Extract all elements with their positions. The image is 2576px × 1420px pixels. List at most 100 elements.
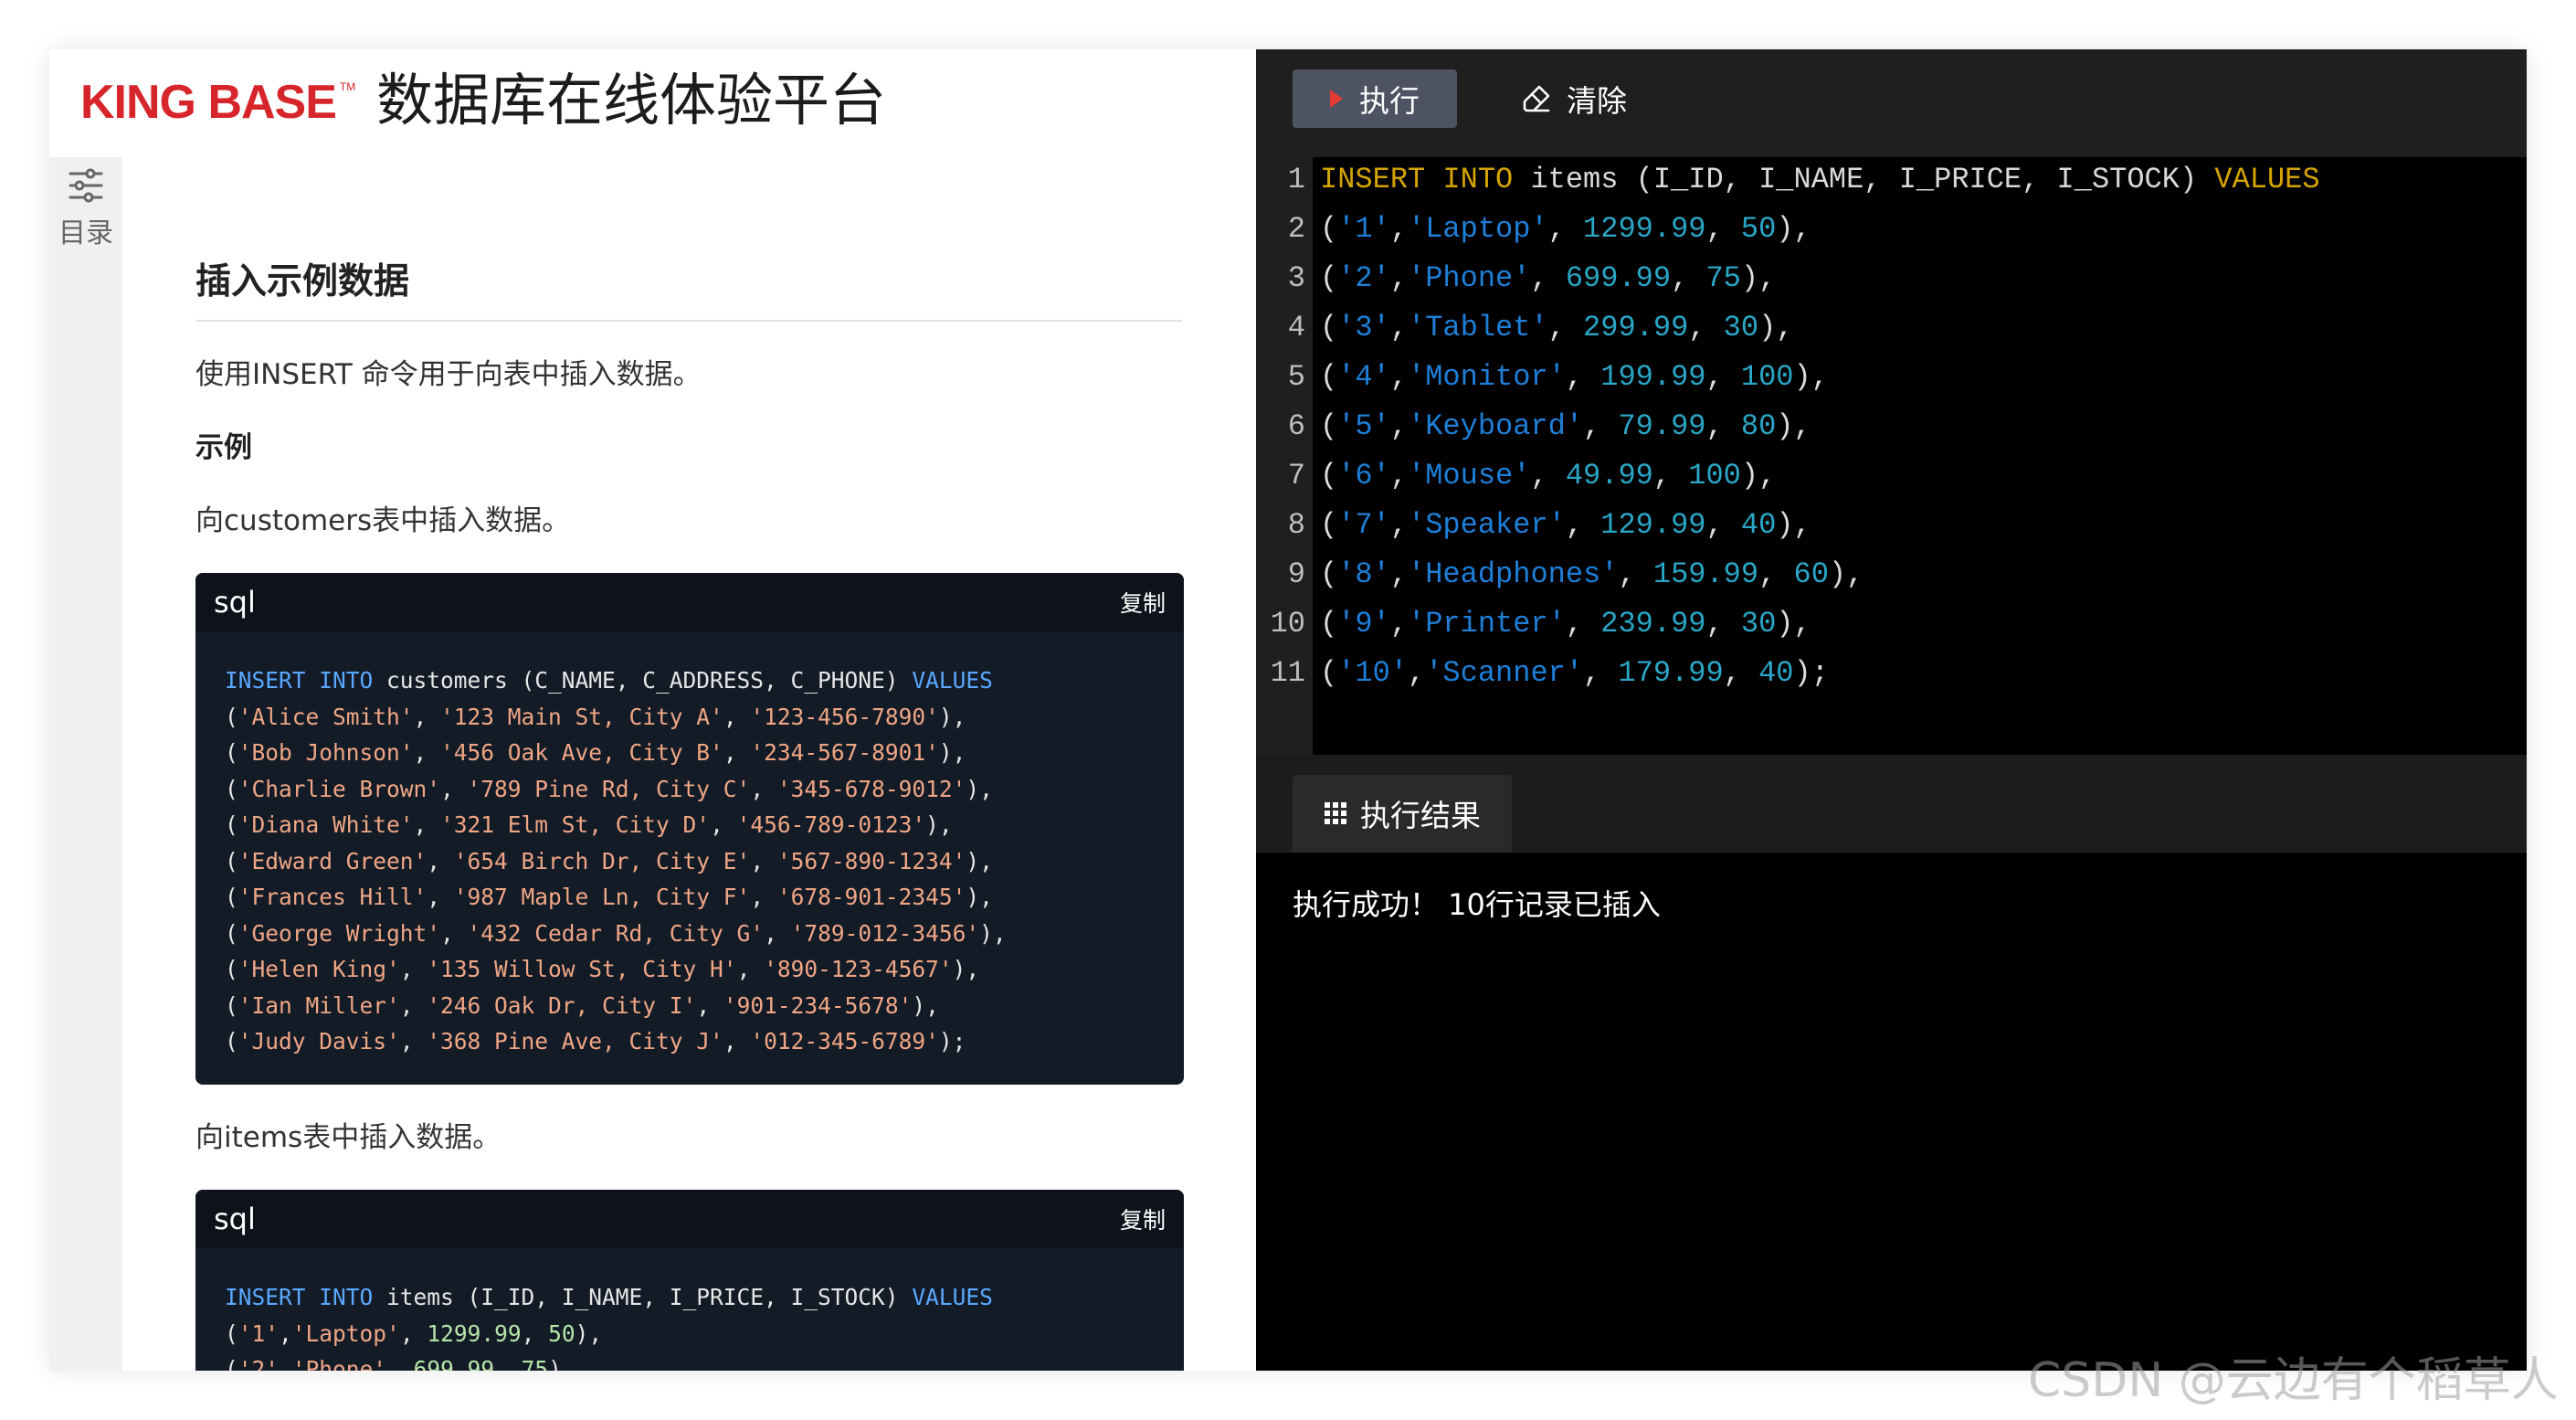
code-token: , bbox=[723, 739, 751, 766]
code-token: ( bbox=[225, 1319, 238, 1347]
sql-string: '456 Oak Ave, City B' bbox=[440, 739, 723, 766]
code-token: ), bbox=[1828, 557, 1864, 591]
code-token: ( bbox=[225, 1356, 238, 1371]
sql-number: 1299.99 bbox=[427, 1319, 522, 1347]
sql-string: 'Monitor' bbox=[1408, 360, 1566, 394]
sql-number: 199.99 bbox=[1600, 360, 1706, 394]
code-token: , bbox=[723, 1028, 751, 1054]
kingbase-logo[interactable]: KING BASE TM bbox=[80, 75, 355, 130]
code-token: , bbox=[1547, 311, 1584, 344]
code-line: ('George Wright', '432 Cedar Rd, City G'… bbox=[225, 916, 1155, 952]
sql-string: '135 Willow St, City H' bbox=[427, 956, 737, 982]
code-token: , bbox=[1723, 656, 1759, 690]
sliders-icon bbox=[69, 168, 103, 203]
editor-line: ('9','Printer', 239.99, 30), bbox=[1320, 599, 1811, 649]
code-token: ( bbox=[225, 884, 238, 910]
sql-number: 50 bbox=[1740, 212, 1777, 246]
sql-string: '368 Pine Ave, City J' bbox=[427, 1028, 723, 1054]
code-token: ), bbox=[938, 703, 966, 730]
code-token: , bbox=[1705, 607, 1741, 641]
copy-button[interactable]: 复制 bbox=[1120, 1203, 1166, 1235]
sql-string: '567-890-1234' bbox=[776, 847, 966, 874]
line-number: 6 bbox=[1287, 409, 1305, 443]
code-token: , bbox=[1583, 656, 1619, 690]
clear-button[interactable]: 清除 bbox=[1521, 69, 1627, 128]
code-line: ('Diana White', '321 Elm St, City D', '4… bbox=[225, 807, 1155, 843]
customers-code-block: sql 复制 INSERT INTO customers (C_NAME, C_… bbox=[195, 573, 1184, 1085]
sql-keyword: INTO bbox=[1442, 163, 1514, 196]
sql-keyword: INTO bbox=[319, 1284, 374, 1310]
code-token: , bbox=[1618, 557, 1653, 591]
editor-line: ('1','Laptop', 1299.99, 50), bbox=[1320, 205, 1811, 254]
tab-results[interactable]: 执行结果 bbox=[1293, 775, 1512, 852]
code-token: ( bbox=[225, 919, 238, 947]
sql-string: '7' bbox=[1337, 508, 1390, 542]
sql-number: 239.99 bbox=[1600, 607, 1706, 641]
code-token: , bbox=[399, 991, 428, 1019]
code-line: ('Bob Johnson', '456 Oak Ave, City B', '… bbox=[225, 735, 1155, 771]
toc-rail: 目录 bbox=[49, 157, 122, 1371]
code-token: , bbox=[1389, 557, 1409, 591]
code-language-label: sql bbox=[214, 585, 256, 620]
editor-line: ('3','Tablet', 299.99, 30), bbox=[1320, 303, 1793, 353]
sql-string: '4' bbox=[1337, 360, 1390, 394]
line-number: 7 bbox=[1287, 459, 1305, 493]
sql-string: '8' bbox=[1337, 557, 1390, 591]
customers-sql-code[interactable]: INSERT INTO customers (C_NAME, C_ADDRESS… bbox=[195, 631, 1184, 1078]
code-token: , bbox=[1705, 508, 1741, 542]
sql-string: '678-901-2345' bbox=[776, 884, 966, 910]
sql-string: 'Frances Hill' bbox=[238, 884, 428, 910]
sql-string: 'George Wright' bbox=[238, 919, 441, 947]
sql-number: 60 bbox=[1793, 557, 1829, 591]
code-token: ( bbox=[225, 775, 238, 802]
items-sql-code[interactable]: INSERT INTO items (I_ID, I_NAME, I_PRICE… bbox=[195, 1248, 1184, 1371]
code-token: ), bbox=[966, 884, 993, 910]
section-divider bbox=[195, 320, 1182, 322]
brand-bar: KING BASE TM 数据库在线体验平台 bbox=[49, 49, 1256, 157]
sql-string: '789 Pine Rd, City C' bbox=[467, 775, 751, 802]
code-token: , bbox=[1389, 508, 1409, 542]
customers-caption: 向customers表中插入数据。 bbox=[195, 504, 571, 537]
code-token: , bbox=[750, 884, 777, 910]
code-token: , bbox=[413, 739, 441, 766]
sql-string: 'Headphones' bbox=[1408, 557, 1619, 591]
code-block-header: sql 复制 bbox=[195, 573, 1184, 631]
code-token: , bbox=[279, 1356, 292, 1371]
sql-string: '2' bbox=[238, 1356, 280, 1371]
code-token: ); bbox=[938, 1028, 966, 1054]
code-token: items (I_ID, I_NAME, I_PRICE, I_STOCK) bbox=[1513, 163, 2215, 196]
run-button[interactable]: 执行 bbox=[1293, 69, 1457, 128]
code-token: , bbox=[723, 703, 751, 730]
code-line: ('2','Phone', 699.99, 75), bbox=[225, 1351, 1155, 1371]
sql-editor[interactable]: 1 2 3 4 5 6 7 8 9 10 11 INSERT INTO items (I_ID, I… bbox=[1256, 157, 2527, 755]
sql-string: '345-678-9012' bbox=[776, 775, 966, 802]
code-token: , bbox=[1565, 508, 1601, 542]
sql-string: '456-789-0123' bbox=[736, 811, 926, 838]
editor-line: ('5','Keyboard', 79.99, 80), bbox=[1320, 402, 1811, 451]
sql-keyword: INSERT bbox=[225, 667, 306, 694]
sql-string: '987 Maple Ln, City F' bbox=[453, 884, 751, 910]
items-caption: 向items表中插入数据。 bbox=[195, 1121, 501, 1154]
code-line: ('Frances Hill', '987 Maple Ln, City F',… bbox=[225, 879, 1155, 916]
line-number: 9 bbox=[1287, 557, 1305, 591]
sql-string: '432 Cedar Rd, City G' bbox=[467, 919, 765, 947]
code-token: , bbox=[710, 811, 737, 838]
code-token: ), bbox=[1776, 409, 1811, 443]
code-token: , bbox=[1389, 311, 1409, 344]
code-token: ( bbox=[225, 739, 238, 766]
sql-string: 'Helen King' bbox=[238, 956, 400, 982]
code-token: ), bbox=[548, 1356, 575, 1371]
sql-number: 699.99 bbox=[413, 1356, 495, 1371]
copy-button[interactable]: 复制 bbox=[1120, 586, 1166, 619]
toc-toggle-button[interactable]: 目录 bbox=[49, 157, 122, 258]
code-token: ), bbox=[1740, 261, 1777, 295]
sql-keyword: INTO bbox=[319, 667, 374, 694]
code-token: , bbox=[1652, 459, 1689, 493]
sql-number: 40 bbox=[1740, 508, 1777, 542]
page: KING BASE TM 数据库在线体验平台 目录 插入示例数据 使用INSER… bbox=[0, 0, 2576, 1420]
code-token: , bbox=[399, 1028, 428, 1054]
example-heading: 示例 bbox=[195, 431, 252, 464]
watermark: CSDN @云边有个稻草人 bbox=[2028, 1353, 2559, 1408]
